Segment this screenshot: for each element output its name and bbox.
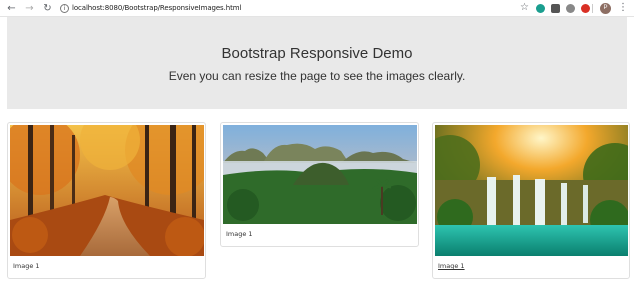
- browser-toolbar: ← → ↻ i localhost:8080/Bootstrap/Respons…: [0, 0, 634, 17]
- mountain-landscape-image: [223, 125, 417, 224]
- address-bar[interactable]: localhost:8080/Bootstrap/ResponsiveImage…: [72, 4, 241, 12]
- page-title: Bootstrap Responsive Demo: [221, 45, 413, 62]
- image-card-3: Image 1: [432, 122, 630, 279]
- image-card-1: Image 1: [7, 122, 206, 279]
- reload-icon[interactable]: ↻: [42, 3, 53, 14]
- avatar[interactable]: P: [600, 3, 611, 14]
- image-caption-link[interactable]: Image 1: [438, 262, 465, 270]
- autumn-forest-image: [10, 125, 204, 256]
- image-card-2: Image 1: [220, 122, 419, 247]
- info-icon[interactable]: i: [60, 4, 69, 13]
- page-subtitle: Even you can resize the page to see the …: [168, 69, 466, 83]
- extension-icon[interactable]: [551, 4, 560, 13]
- extension-red-icon[interactable]: [581, 4, 590, 13]
- extension-puzzle-icon[interactable]: [566, 4, 575, 13]
- waterfall-image: [435, 125, 628, 256]
- more-menu-icon[interactable]: ⋮: [618, 2, 628, 13]
- image-caption: Image 1: [13, 262, 40, 270]
- forward-icon[interactable]: →: [24, 3, 35, 14]
- bookmark-star-icon[interactable]: ☆: [520, 2, 529, 13]
- jumbotron: Bootstrap Responsive Demo Even you can r…: [7, 17, 627, 109]
- grammarly-extension-icon[interactable]: [536, 4, 545, 13]
- back-icon[interactable]: ←: [6, 3, 17, 14]
- image-caption: Image 1: [226, 230, 253, 238]
- toolbar-divider: [592, 4, 593, 13]
